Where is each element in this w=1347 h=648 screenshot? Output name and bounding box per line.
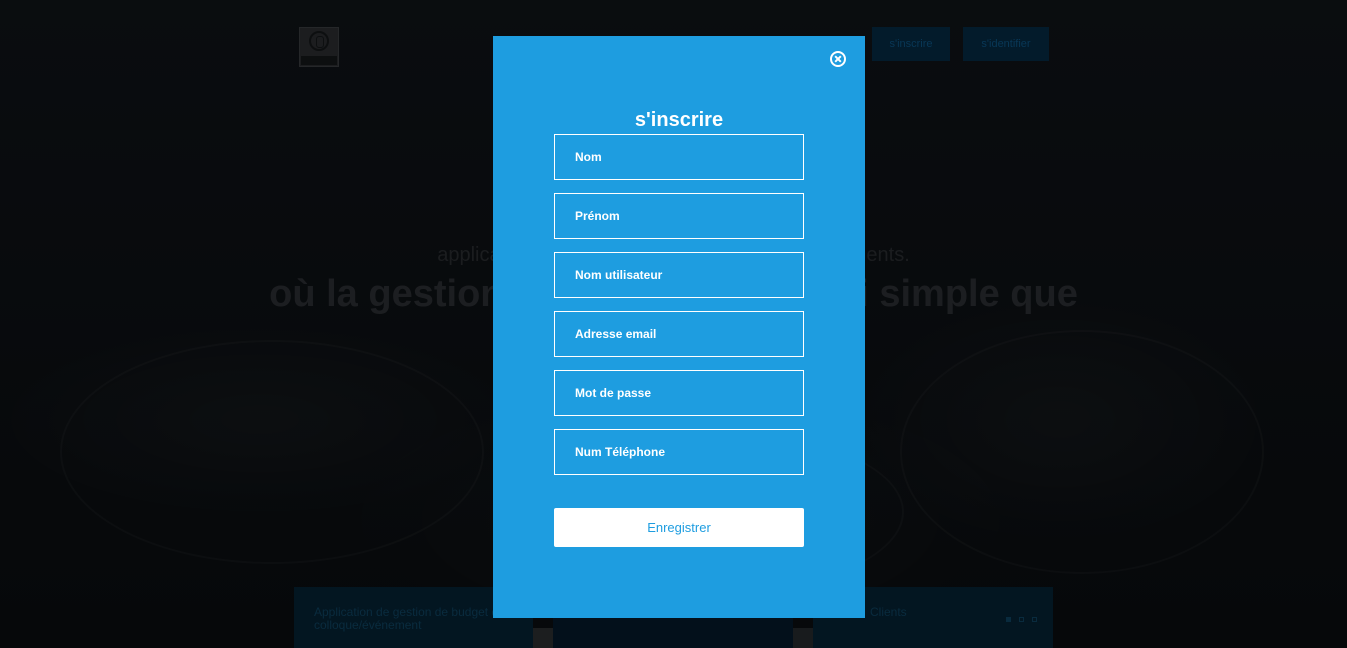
- phone-input[interactable]: [554, 429, 804, 475]
- password-input[interactable]: [554, 370, 804, 416]
- username-input[interactable]: [554, 252, 804, 298]
- email-input[interactable]: [554, 311, 804, 357]
- modal-title: s'inscrire: [634, 109, 724, 131]
- close-icon[interactable]: [830, 51, 846, 67]
- signup-modal: s'inscrire Enregistrer: [493, 36, 865, 618]
- first-name-input[interactable]: [554, 193, 804, 239]
- last-name-input[interactable]: [554, 134, 804, 180]
- register-button[interactable]: Enregistrer: [554, 508, 804, 547]
